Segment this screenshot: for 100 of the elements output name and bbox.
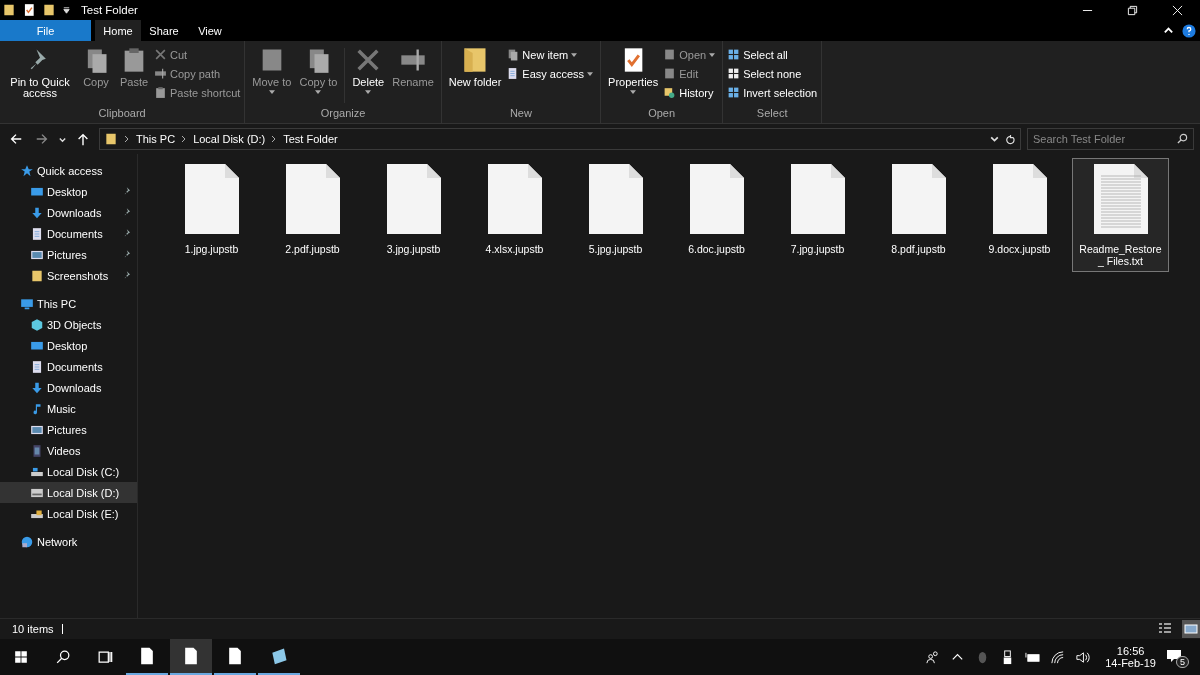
sidebar-item[interactable]: Documents: [0, 356, 137, 377]
notification-badge: 5: [1176, 656, 1189, 668]
file-item[interactable]: 9.docx.jupstb: [971, 158, 1068, 260]
sidebar-item[interactable]: Local Disk (D:): [0, 482, 137, 503]
file-item[interactable]: 4.xlsx.jupstb: [466, 158, 563, 260]
close-icon[interactable]: [1172, 4, 1183, 16]
pin-icon[interactable]: [123, 270, 133, 280]
ribbon-button[interactable]: Select all: [727, 46, 818, 63]
search-field[interactable]: Search Test Folder: [1027, 128, 1194, 150]
volume-icon[interactable]: [1075, 649, 1091, 665]
ribbon-button[interactable]: Properties: [605, 44, 662, 107]
blank-file-icon: [486, 163, 543, 235]
x-icon: [154, 48, 167, 61]
notifications-icon[interactable]: [1166, 648, 1182, 664]
document-icon: [30, 359, 44, 374]
ribbon-button[interactable]: Pin to Quick access: [4, 44, 76, 107]
sidebar-item[interactable]: Desktop: [0, 181, 137, 202]
ribbon-tab[interactable]: View: [187, 20, 233, 41]
breadcrumb[interactable]: Local Disk (D:): [193, 133, 266, 145]
star-icon: [20, 163, 34, 178]
document-icon: [663, 67, 677, 80]
group-label: Open: [648, 107, 676, 121]
blank-file-icon: [991, 163, 1048, 235]
up-icon[interactable]: [76, 132, 90, 146]
wifi-icon[interactable]: [1050, 649, 1066, 665]
sidebar-item[interactable]: Desktop: [0, 335, 137, 356]
ribbon-tab[interactable]: Share: [141, 20, 187, 41]
sidebar-item[interactable]: Downloads: [0, 202, 137, 223]
text-file-icon: [1092, 163, 1149, 235]
grid-icon: [727, 67, 741, 80]
refresh-icon[interactable]: [1005, 133, 1016, 145]
address-bar[interactable]: This PC Local Disk (D:) Test Folder: [99, 128, 1021, 150]
document-icon: [30, 226, 44, 241]
file-item[interactable]: 7.jpg.jupstb: [769, 158, 866, 260]
sidebar-item[interactable]: 3D Objects: [0, 314, 137, 335]
sidebar-item[interactable]: Local Disk (C:): [0, 461, 137, 482]
ribbon-button[interactable]: Delete: [349, 44, 388, 107]
ribbon-tab[interactable]: File: [0, 20, 91, 41]
grid-icon: [727, 48, 741, 61]
folder-icon[interactable]: [42, 3, 56, 17]
file-item[interactable]: 5.jpg.jupstb: [567, 158, 664, 260]
sidebar-item[interactable]: Local Disk (E:): [0, 503, 137, 524]
sidebar-item[interactable]: Pictures: [0, 244, 137, 265]
download-arrow-icon: [30, 205, 44, 220]
grid-icon: [727, 86, 741, 99]
properties-icon[interactable]: [22, 3, 36, 17]
blank-file-icon: [688, 163, 745, 235]
clock-date[interactable]: 14-Feb-19: [1105, 657, 1156, 669]
file-item[interactable]: 3.jpg.jupstb: [365, 158, 462, 260]
ribbon-button[interactable]: New item: [506, 46, 597, 63]
blank-file-icon: [789, 163, 846, 235]
sidebar-item[interactable]: Music: [0, 398, 137, 419]
ribbon-button[interactable]: Easy access: [506, 65, 597, 82]
file-item[interactable]: Readme_Restore_ Files.txt: [1072, 158, 1169, 272]
sidebar-item[interactable]: Quick access: [0, 160, 137, 181]
restore-icon[interactable]: [1127, 4, 1138, 16]
sidebar-item[interactable]: Pictures: [0, 419, 137, 440]
sidebar-item[interactable]: This PC: [0, 293, 137, 314]
sidebar-item[interactable]: Downloads: [0, 377, 137, 398]
collapse-icon[interactable]: [1163, 25, 1174, 36]
folder-icon[interactable]: [2, 3, 16, 17]
ribbon-button[interactable]: History: [663, 84, 719, 101]
search-icon[interactable]: [1177, 133, 1188, 144]
clock-time[interactable]: 16:56: [1116, 645, 1145, 657]
ribbon-tab[interactable]: Home: [95, 20, 141, 41]
folder-icon: [30, 268, 44, 283]
window-title: Test Folder: [81, 4, 138, 16]
file-item[interactable]: 1.jpg.jupstb: [163, 158, 260, 260]
pin-icon[interactable]: [123, 249, 133, 259]
group-label: Clipboard: [98, 107, 146, 121]
pin-icon[interactable]: [123, 207, 133, 217]
back-icon[interactable]: [9, 132, 23, 146]
sidebar-item[interactable]: Network: [0, 531, 137, 552]
large-icons-view-icon[interactable]: [1182, 620, 1200, 638]
forward-icon[interactable]: [35, 132, 49, 146]
item-count: 10 items: [12, 623, 54, 635]
sidebar-item[interactable]: Screenshots: [0, 265, 137, 286]
chevron-right-icon[interactable]: [123, 135, 131, 143]
folder-icon: [104, 132, 118, 146]
pin-icon[interactable]: [123, 186, 133, 196]
breadcrumb[interactable]: Test Folder: [283, 133, 338, 145]
blank-file-icon: [284, 163, 341, 235]
ribbon-button[interactable]: Select none: [727, 65, 818, 82]
people-icon[interactable]: [925, 649, 941, 665]
file-item[interactable]: 2.pdf.jupstb: [264, 158, 361, 260]
caret-icon[interactable]: [62, 5, 71, 15]
ribbon-button[interactable]: Invert selection: [727, 84, 818, 101]
help-icon[interactable]: [1182, 23, 1196, 38]
breadcrumb[interactable]: This PC: [136, 133, 176, 145]
sidebar-item[interactable]: Videos: [0, 440, 137, 461]
pin-icon[interactable]: [123, 228, 133, 238]
file-app-icon[interactable]: [170, 639, 212, 675]
group-label: Organize: [320, 107, 366, 121]
ribbon-button[interactable]: New folder: [445, 44, 505, 107]
file-item[interactable]: 6.doc.jupstb: [668, 158, 765, 260]
sidebar-item[interactable]: Documents: [0, 223, 137, 244]
group-label: Select: [756, 107, 788, 121]
file-item[interactable]: 8.pdf.jupstb: [870, 158, 967, 260]
cube-icon: [30, 317, 44, 332]
download-arrow-icon: [30, 380, 44, 395]
